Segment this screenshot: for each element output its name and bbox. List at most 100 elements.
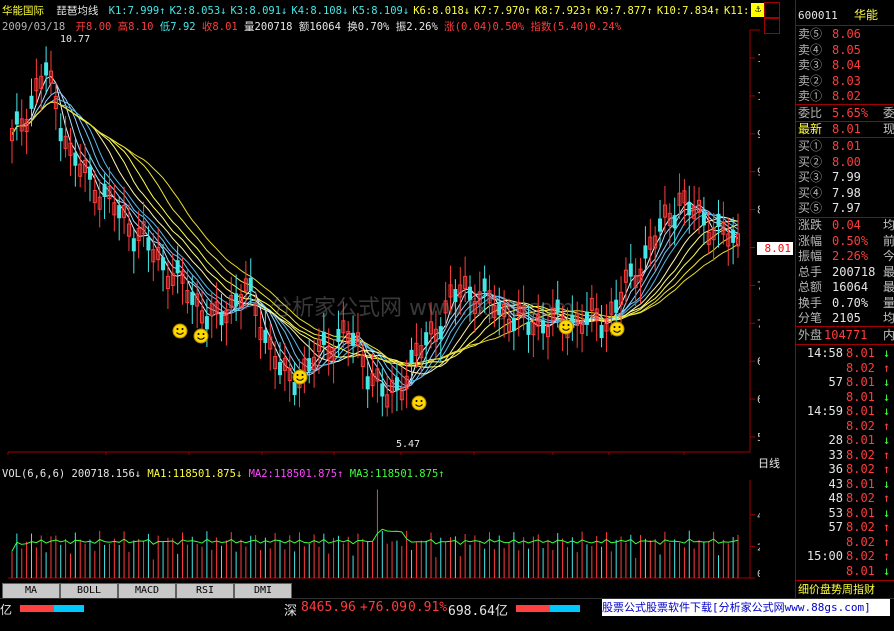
- ad-link[interactable]: 股票公式股票软件下载[分析家公式网www.88gs.com]: [602, 599, 890, 616]
- tick-dir-icon: ↑: [883, 418, 891, 433]
- price-tick-label: 5.50: [757, 431, 760, 444]
- tick-row: 43 8.01 ↓: [796, 477, 894, 492]
- volume-bars: [11, 489, 739, 578]
- ask-row-2-value: 8.03: [832, 73, 861, 88]
- candle-body: [541, 320, 546, 334]
- tick-price: 8.02: [846, 520, 875, 534]
- tick-dir-icon: ↓: [883, 346, 891, 360]
- bid-row-1-value: 8.01: [832, 139, 861, 153]
- window-button-2[interactable]: [764, 18, 780, 34]
- stat-row-3-end: 今: [883, 249, 894, 263]
- latest-value: 8.01: [832, 122, 861, 136]
- ask-row-3: 卖③ 8.04: [796, 58, 894, 73]
- smiley-icon: [193, 328, 209, 344]
- tick-time: 15:00: [806, 549, 843, 563]
- high-mark: 10.77: [60, 32, 90, 45]
- panel-footer-label[interactable]: 细价盘势周指财: [798, 582, 875, 597]
- time-tick-label: 2009: [557, 454, 582, 455]
- panel-footer[interactable]: 细价盘势周指财: [796, 582, 894, 597]
- candle-body: [672, 215, 677, 229]
- outer-value: 104771: [824, 328, 868, 342]
- tick-row: 8.01 ↓: [796, 390, 894, 405]
- tick-row: 33 8.02 ↑: [796, 448, 894, 463]
- ohlc-row: 2009/03/18 开8.00 高8.10 低7.92 收8.01 量2007…: [2, 19, 621, 33]
- sz-strength-bar-red: [516, 605, 550, 612]
- bid-row-2-label: 买②: [798, 154, 823, 169]
- price-tick-label: 8.50: [757, 204, 760, 217]
- tick-dir-icon: ↑: [883, 549, 891, 563]
- price-tick-label: 6.50: [757, 355, 760, 368]
- sz-label: 深: [284, 604, 298, 619]
- candle-body: [263, 329, 268, 343]
- stat-row-3-value: 2.26%: [832, 249, 869, 263]
- candle-body: [394, 377, 399, 391]
- ma-value-9: K9:7.877↑: [595, 5, 653, 17]
- tab-boll[interactable]: BOLL: [60, 583, 118, 599]
- tab-rsi[interactable]: RSI: [176, 583, 234, 599]
- tick-dir-icon: ↑: [883, 534, 891, 549]
- time-tick-label: 10: [338, 454, 351, 455]
- stat-row-3-label: 振幅: [798, 249, 823, 263]
- candle-body: [102, 183, 107, 197]
- time-tick-label: 02: [613, 454, 626, 455]
- ma-value-list: K1:7.999↑ K2:8.053↓ K3:8.091↓ K4:8.108↓ K5:8…: [105, 5, 750, 17]
- indicator-name[interactable]: 琵琶均线: [56, 5, 98, 17]
- ma-value-6: K6:8.018↓: [413, 5, 471, 17]
- volume-tick-label: 400000: [757, 511, 760, 522]
- ask-row-2-label: 卖②: [798, 73, 823, 88]
- vol-dir: ↓: [134, 468, 142, 480]
- volume-label: 量: [244, 21, 255, 33]
- candle-body: [14, 111, 19, 125]
- tick-price: 8.01: [846, 346, 875, 360]
- volume-header: VOL(6,6,6) 200718.156↓ MA1:118501.875↓ M…: [2, 468, 445, 480]
- candle-body: [190, 291, 195, 305]
- stat-row-2: 涨幅 0.50% 前: [796, 234, 894, 249]
- ma-value-4: K4:8.108↓: [291, 5, 349, 17]
- candle-body: [438, 326, 443, 340]
- price-tick-label: 10.50: [757, 52, 760, 65]
- tick-dir-icon: ↓: [883, 563, 891, 578]
- tab-macd[interactable]: MACD: [118, 583, 176, 599]
- tick-time: 57: [828, 520, 843, 534]
- candle-body: [131, 238, 136, 252]
- volume-chart[interactable]: 400000 200000 0: [0, 480, 793, 580]
- vol-title: VOL(6,6,6): [2, 468, 66, 480]
- window-button[interactable]: [764, 2, 780, 18]
- price-tick-label: 9.00: [757, 166, 760, 179]
- tick-price: 8.02: [846, 360, 875, 375]
- candle-body: [175, 260, 180, 274]
- tick-dir-icon: ↓: [883, 505, 891, 520]
- stat-row-7-label: 分笔: [798, 311, 823, 325]
- candle-body: [58, 128, 63, 142]
- tick-time: 28: [828, 433, 843, 447]
- tab-dmi[interactable]: DMI: [234, 583, 292, 599]
- tick-row: 48 8.02 ↑: [796, 491, 894, 506]
- amplitude-label: 振: [395, 21, 407, 33]
- tick-price: 8.02: [846, 462, 875, 476]
- bid-row-1-label: 买①: [798, 139, 823, 153]
- tick-price: 8.01: [846, 404, 875, 418]
- stat-row-7-value: 2105: [832, 311, 861, 325]
- tick-price: 8.01: [846, 389, 875, 404]
- kline-chart[interactable]: 10.5010.009.509.008.508.007.507.006.506.…: [0, 0, 790, 466]
- sz-amount: 698.64亿: [448, 604, 508, 619]
- vol-ma1: MA1:118501.875: [147, 468, 236, 480]
- price-tick-label: 7.50: [757, 279, 760, 292]
- tick-price: 8.01: [846, 433, 875, 447]
- vol-value: 200718.156: [71, 468, 135, 480]
- bid-row-1: 买① 8.01: [796, 139, 894, 154]
- price-tick-label: 9.50: [757, 128, 760, 141]
- candle-body: [146, 237, 151, 251]
- time-tick-label: 03: [688, 454, 701, 455]
- tab-ma[interactable]: MA: [2, 583, 60, 599]
- tick-time: 53: [828, 505, 843, 520]
- stock-name[interactable]: 华能国际: [2, 5, 44, 17]
- outer-row: 外盘 104771 内: [796, 328, 894, 343]
- stat-row-5-label: 总额: [798, 280, 823, 294]
- time-tick-label: 11: [405, 454, 418, 455]
- tick-dir-icon: ↑: [883, 462, 891, 476]
- bid-row-3-label: 买③: [798, 170, 823, 184]
- tick-price: 8.02: [846, 534, 875, 549]
- period-label[interactable]: 日线: [758, 455, 780, 471]
- tick-row: 57 8.02 ↑: [796, 520, 894, 535]
